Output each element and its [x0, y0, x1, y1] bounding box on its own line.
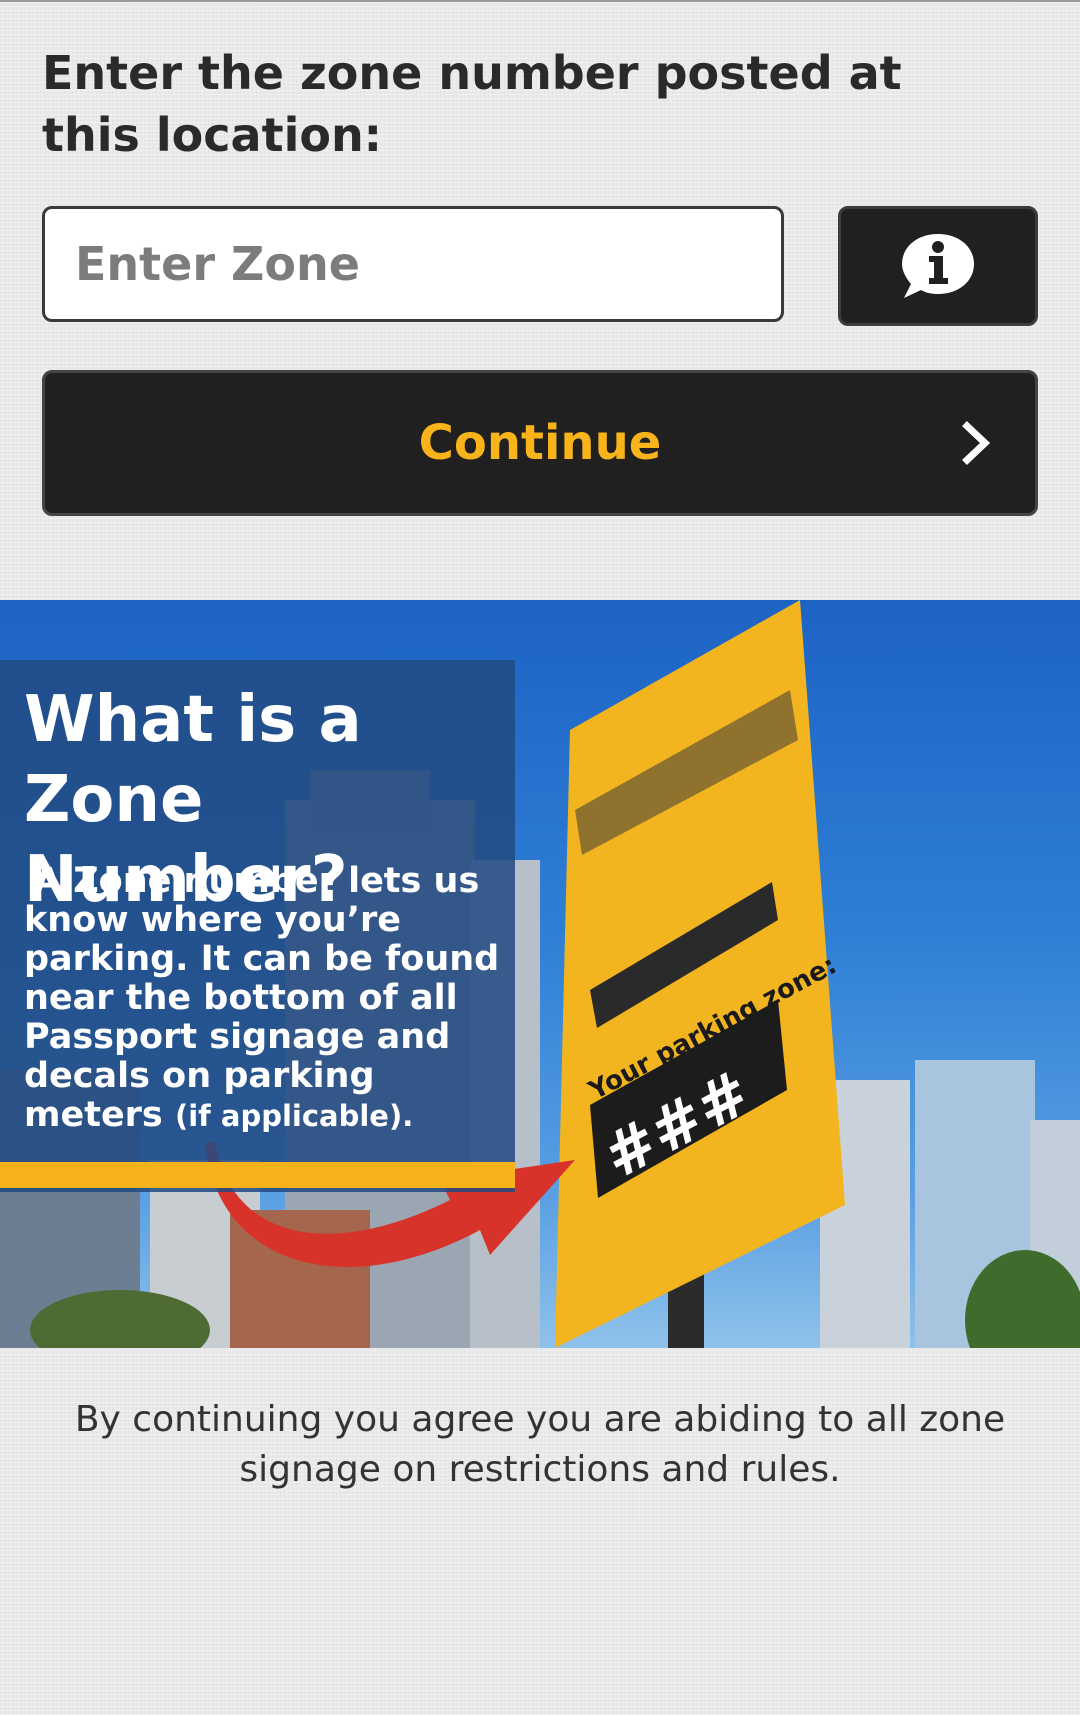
banner-body-note: (if applicable). — [174, 1099, 414, 1133]
banner-body-text: A Zone number lets us know where you’re … — [24, 861, 500, 1135]
zone-prompt: Enter the zone number posted at this loc… — [42, 46, 902, 162]
top-divider — [0, 0, 1080, 2]
chevron-right-icon — [962, 421, 991, 465]
banner-accent-stripe — [0, 1162, 515, 1188]
zone-info-button[interactable] — [838, 206, 1038, 326]
banner-title-line1: What is a — [24, 683, 362, 757]
zone-help-banner: ### Your parking zone: What is a Zone Nu… — [0, 600, 1080, 1348]
terms-disclaimer: By continuing you agree you are abiding … — [74, 1399, 1006, 1490]
continue-label: Continue — [418, 415, 662, 471]
info-icon — [902, 234, 974, 298]
banner-description: A Zone number lets us know where you’re … — [24, 862, 504, 1136]
continue-button[interactable]: Continue — [42, 370, 1038, 516]
zone-input[interactable] — [42, 206, 784, 322]
